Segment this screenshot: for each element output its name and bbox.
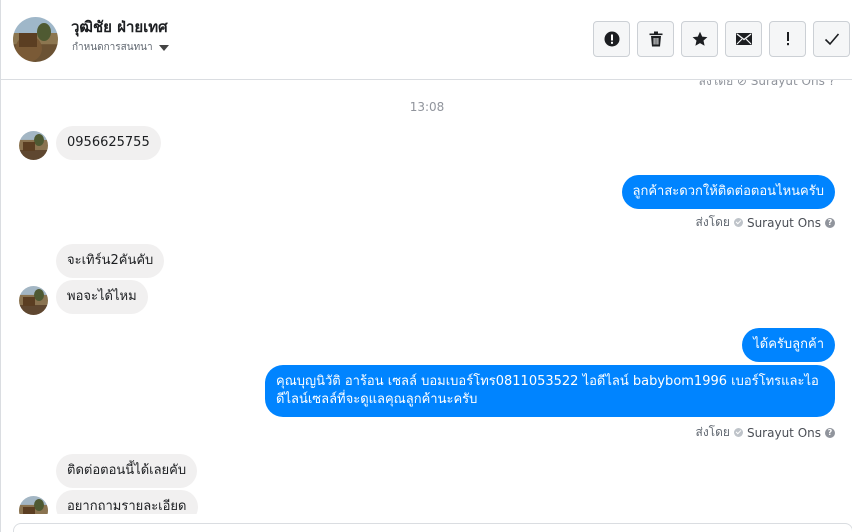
done-button[interactable] [813,21,850,57]
message-bubble[interactable]: คุณบุญนิวัติ อาร้อน เซลล์ บอมเบอร์โทร081… [265,365,835,417]
verified-icon [733,218,743,227]
conversation-schedule-dropdown[interactable]: กำหนดการสนทนา [72,40,169,55]
help-icon[interactable]: ? [825,427,835,438]
message-outgoing: คุณบุญนิวัติ อาร้อน เซลล์ บอมเบอร์โทร081… [265,365,835,417]
checkmark-icon [824,33,839,46]
message-incoming: อยากถามรายละเอียด [56,490,198,514]
contact-avatar-small[interactable] [19,131,48,160]
message-bubble[interactable]: 0956625755 [56,126,161,160]
conversation-header: วุฒิชัย ฝ่ายเทศ กำหนดการสนทนา [1,0,852,80]
contact-avatar-small[interactable] [19,496,48,514]
exclamation-circle-icon [604,31,619,47]
message-composer[interactable] [13,523,852,532]
message-bubble[interactable]: พอจะได้ไหม [56,280,148,314]
envelope-icon [735,33,752,45]
message-bubble[interactable]: ติดต่อตอนนี้ได้เลยคับ [56,454,198,488]
verified-icon [733,428,743,437]
message-incoming: พอจะได้ไหม [56,280,148,314]
help-icon[interactable]: ? [825,217,835,228]
caret-down-icon [158,45,169,51]
contact-avatar-small[interactable] [19,286,48,315]
message-timestamp: 13:08 [409,100,445,114]
message-outgoing: ได้ครับลูกค้า [742,328,835,362]
sent-by-info: ส่งโดย Surayut Ons ? [695,423,835,442]
message-incoming: จะเทิร์น2คันคับ [56,244,165,278]
conversation-schedule-label: กำหนดการสนทนา [72,42,153,53]
message-incoming: 0956625755 [56,126,161,160]
message-list[interactable]: ส่งโดย ⊘ Surayut Ons ? 13:08 0956625755 … [1,80,852,514]
delete-button[interactable] [637,21,674,57]
exclamation-icon [786,32,789,46]
contact-avatar[interactable] [13,17,58,62]
message-bubble[interactable]: ได้ครับลูกค้า [742,328,835,362]
star-icon [692,31,707,46]
header-toolbar [593,21,850,57]
sent-by-info: ส่งโดย Surayut Ons ? [695,213,835,232]
trash-icon [649,31,662,47]
clipped-sent-by: ส่งโดย ⊘ Surayut Ons ? [698,80,835,88]
message-incoming: ติดต่อตอนนี้ได้เลยคับ [56,454,198,488]
message-bubble[interactable]: อยากถามรายละเอียด [56,490,198,514]
sent-by-label: ส่งโดย [695,425,730,439]
message-bubble[interactable]: จะเทิร์น2คันคับ [56,244,165,278]
sender-name[interactable]: Surayut Ons [747,426,821,440]
mark-unread-button[interactable] [725,21,762,57]
message-outgoing: ลูกค้าสะดวกให้ติดต่อตอนไหนครับ [621,175,835,209]
sent-by-label: ส่งโดย [695,215,730,229]
contact-name[interactable]: วุฒิชัย ฝ่ายเทศ [71,15,168,39]
conversation-panel: วุฒิชัย ฝ่ายเทศ กำหนดการสนทนา ส่งโดย ⊘ S… [0,0,852,532]
report-button[interactable] [593,21,630,57]
star-button[interactable] [681,21,718,57]
priority-button[interactable] [769,21,806,57]
sender-name[interactable]: Surayut Ons [747,216,821,230]
message-bubble[interactable]: ลูกค้าสะดวกให้ติดต่อตอนไหนครับ [621,175,835,209]
